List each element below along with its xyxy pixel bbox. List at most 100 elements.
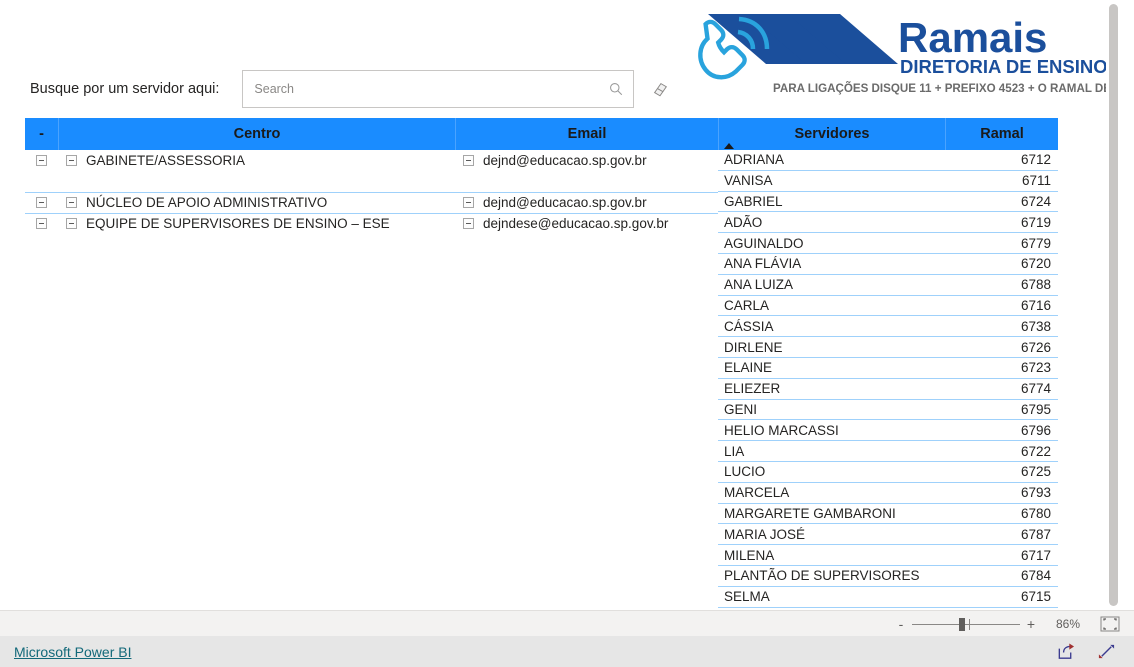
logo-tagline-text: PARA LIGAÇÕES DISQUE 11 + PREFIXO 4523 +…	[773, 82, 1110, 95]
row-expander-cell	[25, 197, 58, 208]
column-header-dash[interactable]: -	[25, 118, 58, 150]
ramais-logo: Ramais DIRETORIA DE ENSINO JUNDIAÍ PARA …	[690, 2, 1110, 102]
table-row[interactable]: GABRIEL 6724	[718, 192, 1058, 213]
table-row[interactable]: CARLA 6716	[718, 296, 1058, 317]
expand-collapse-icon[interactable]	[66, 197, 77, 208]
cell-ramal: 6722	[1020, 443, 1051, 459]
table-row[interactable]: ADÃO 6719	[718, 212, 1058, 234]
column-header-email[interactable]: Email	[455, 118, 718, 150]
zoom-slider-thumb[interactable]	[959, 617, 965, 631]
table-row[interactable]	[25, 297, 718, 318]
cell-ramal: 6796	[1020, 422, 1051, 438]
expand-collapse-icon[interactable]	[66, 154, 77, 166]
cell-ramal: 6723	[1020, 360, 1051, 376]
cell-ramal: 6716	[1020, 297, 1051, 313]
table-row[interactable]: GABINETE/ASSESSORIA dejnd@educacao.sp.gov…	[25, 150, 718, 171]
table-row[interactable]	[25, 234, 718, 255]
table-row[interactable]: MARCELA 6793	[718, 483, 1058, 504]
cell-ramal: 6793	[1020, 485, 1051, 501]
search-box[interactable]	[242, 70, 635, 108]
table-row[interactable]: PLANTÃO DE SUPERVISORES 6784	[718, 566, 1058, 587]
expand-collapse-icon[interactable]	[36, 197, 47, 208]
zoom-out-button[interactable]: -	[893, 617, 909, 631]
zoom-slider[interactable]	[912, 617, 1020, 631]
group-columns-pane: GABINETE/ASSESSORIA dejnd@educacao.sp.gov…	[25, 150, 718, 610]
canvas-vertical-scrollbar[interactable]	[1106, 0, 1120, 610]
table-row[interactable]	[25, 486, 718, 507]
table-body: GABINETE/ASSESSORIA dejnd@educacao.sp.gov…	[25, 150, 1058, 610]
table-row[interactable]: ELAINE 6723	[718, 358, 1058, 379]
cell-servidor: ANA FLÁVIA	[724, 256, 802, 272]
cell-ramal: 6779	[1020, 235, 1051, 251]
table-row[interactable]	[25, 360, 718, 381]
cell-servidor: AGUINALDO	[724, 235, 804, 251]
table-row[interactable]	[25, 423, 718, 444]
zoom-slider-rail	[912, 623, 1020, 625]
footer-actions	[1056, 642, 1134, 661]
table-row[interactable]	[25, 381, 718, 402]
table-row[interactable]: MILENA 6717	[718, 545, 1058, 566]
table-row[interactable]	[25, 549, 718, 570]
table-row[interactable]: CÁSSIA 6738	[718, 316, 1058, 338]
table-row[interactable]: LIA 6722	[718, 441, 1058, 462]
expand-collapse-icon[interactable]	[463, 197, 474, 208]
zoom-in-button[interactable]: +	[1023, 617, 1039, 631]
table-row[interactable]	[25, 171, 718, 192]
row-expander-cell	[25, 218, 58, 229]
table-row[interactable]: VANISA 6711	[718, 171, 1058, 192]
expand-collapse-icon[interactable]	[36, 218, 47, 229]
table-row[interactable]: AGUINALDO 6779	[718, 233, 1058, 254]
expand-collapse-icon[interactable]	[36, 154, 47, 166]
table-row[interactable]	[25, 444, 718, 465]
column-header-servidores[interactable]: Servidores	[718, 118, 945, 150]
table-row[interactable]	[25, 276, 718, 297]
share-icon[interactable]	[1056, 642, 1075, 661]
table-row[interactable]: ANA LUIZA 6788	[718, 275, 1058, 296]
table-row[interactable]: MARGARETE GAMBARONI 6780	[718, 504, 1058, 525]
table-row[interactable]: MARIA JOSÉ 6787	[718, 524, 1058, 546]
table-row[interactable]: DIRLENE 6726	[718, 337, 1058, 358]
table-row[interactable]	[25, 402, 718, 423]
fit-to-page-icon[interactable]	[1100, 616, 1120, 632]
table-row[interactable]: ELIEZER 6774	[718, 379, 1058, 400]
expand-collapse-icon[interactable]	[463, 154, 474, 166]
table-row[interactable]: HELIO MARCASSI 6796	[718, 420, 1058, 442]
expand-collapse-icon[interactable]	[463, 218, 474, 229]
table-row[interactable]	[25, 318, 718, 339]
column-header-servidores-label: Servidores	[794, 126, 870, 142]
table-row[interactable]	[25, 570, 718, 591]
table-row[interactable]	[25, 465, 718, 486]
table-row[interactable]: GENI 6795	[718, 400, 1058, 421]
cell-servidor: HELIO MARCASSI	[724, 422, 839, 438]
report-footer: Microsoft Power BI	[0, 636, 1134, 667]
search-input[interactable]	[243, 71, 634, 107]
table-row[interactable]: NÚCLEO DE APOIO ADMINISTRATIVO dejnd@educ…	[25, 192, 718, 213]
eraser-icon[interactable]	[651, 80, 669, 98]
table-row[interactable]: EQUIPE DE SUPERVISORES DE ENSINO – ESE de…	[25, 213, 718, 234]
table-row[interactable]	[25, 339, 718, 360]
fullscreen-icon[interactable]	[1097, 642, 1116, 661]
cell-ramal: 6717	[1020, 547, 1051, 563]
table-row[interactable]	[25, 591, 718, 610]
cell-ramal: 6780	[1020, 505, 1051, 521]
cell-ramal: 6715	[1020, 589, 1051, 605]
cell-ramal: 6788	[1020, 277, 1051, 293]
table-row[interactable]: LUCIO 6725	[718, 462, 1058, 483]
matrix-table: - Centro Email Servidores Ramal GABINETE…	[25, 118, 1058, 610]
table-row[interactable]: SELMA 6715	[718, 587, 1058, 608]
expand-collapse-icon[interactable]	[66, 218, 77, 229]
canvas-scrollbar-thumb[interactable]	[1109, 4, 1118, 606]
search-row: Busque por um servidor aqui:	[30, 70, 669, 108]
column-header-centro[interactable]: Centro	[58, 118, 455, 150]
email-label: dejndese@educacao.sp.gov.br	[483, 216, 669, 231]
table-row[interactable]: ANA FLÁVIA 6720	[718, 254, 1058, 275]
table-row[interactable]	[25, 507, 718, 528]
power-bi-link[interactable]: Microsoft Power BI	[14, 644, 131, 660]
table-row[interactable]: ADRIANA 6712	[718, 150, 1058, 171]
cell-servidor: LUCIO	[724, 464, 766, 480]
cell-servidor: GENI	[724, 401, 758, 417]
table-row[interactable]	[25, 528, 718, 549]
email-label: dejnd@educacao.sp.gov.br	[483, 195, 647, 210]
column-header-ramal[interactable]: Ramal	[945, 118, 1058, 150]
table-row[interactable]	[25, 255, 718, 276]
